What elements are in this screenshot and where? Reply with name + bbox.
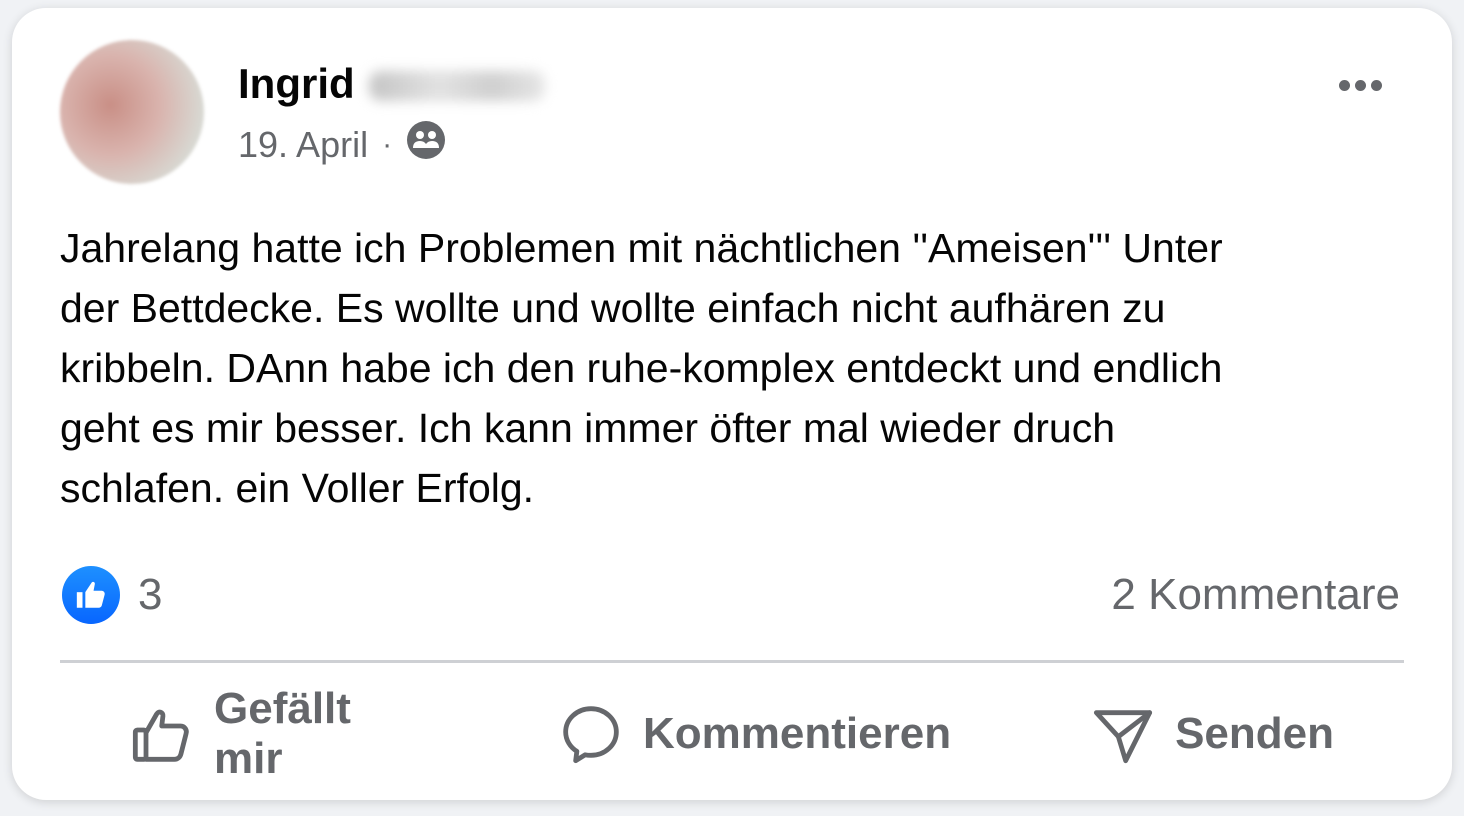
friends-icon[interactable] xyxy=(406,120,446,170)
comment-bubble-icon xyxy=(559,702,623,766)
post-meta: 19. April · xyxy=(238,120,446,170)
meta-separator: · xyxy=(382,128,393,161)
comment-button-label: Kommentieren xyxy=(643,709,952,758)
like-button-label: Gefällt mir xyxy=(214,684,351,783)
send-icon xyxy=(1091,702,1155,766)
reaction-count: 3 xyxy=(138,570,163,619)
avatar[interactable] xyxy=(60,40,204,184)
post-date[interactable]: 19. April xyxy=(238,123,368,167)
more-options-icon[interactable] xyxy=(1339,80,1382,91)
reactions-summary[interactable]: 3 xyxy=(62,566,162,624)
comments-count-link[interactable]: 2 Kommentare xyxy=(1111,570,1400,620)
thumbs-up-icon xyxy=(130,702,194,766)
blurred-surname xyxy=(368,71,545,101)
post-text: Jahrelang hatte ich Problemen mit nächtl… xyxy=(60,225,1223,511)
action-bar: Gefällt mir Kommentieren Senden xyxy=(60,676,1404,792)
like-button[interactable]: Gefällt mir xyxy=(60,684,489,784)
send-button-label: Senden xyxy=(1175,709,1334,758)
post-author: Ingrid xyxy=(238,60,545,108)
author-name[interactable]: Ingrid xyxy=(238,60,355,108)
post-card: Ingrid 19. April · Jahrelang hatte ich P… xyxy=(12,8,1452,800)
comment-button[interactable]: Kommentieren xyxy=(489,702,1021,766)
like-reaction-icon xyxy=(62,566,120,624)
divider xyxy=(60,660,1404,663)
send-button[interactable]: Senden xyxy=(1021,702,1404,766)
